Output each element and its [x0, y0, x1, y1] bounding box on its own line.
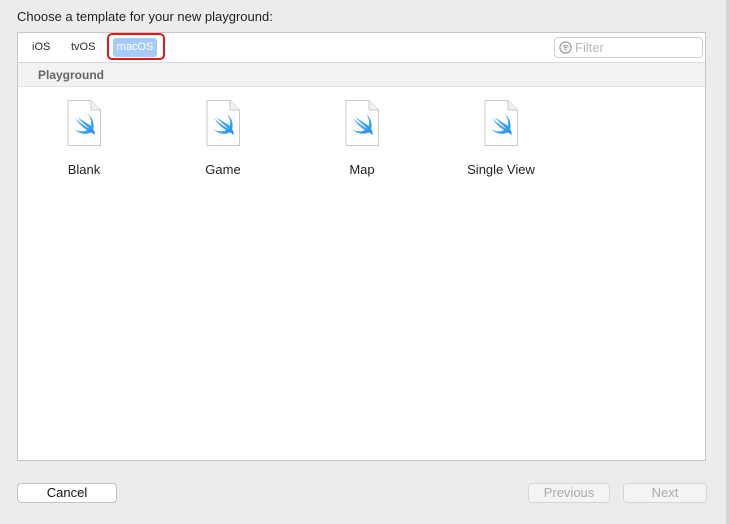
template-blank[interactable]: Blank: [24, 99, 144, 189]
tab-tvos[interactable]: tvOS: [67, 38, 99, 57]
swift-file-icon: [206, 100, 240, 146]
filter-icon: [559, 41, 572, 54]
swift-file-icon: [67, 100, 101, 146]
template-label: Map: [349, 162, 375, 177]
section-header-playground: Playground: [18, 63, 705, 87]
template-map[interactable]: Map: [302, 99, 422, 189]
filter-input[interactable]: [575, 39, 695, 56]
platform-tab-bar: iOS tvOS macOS: [18, 33, 705, 63]
template-label: Game: [205, 162, 241, 177]
previous-button[interactable]: Previous: [528, 483, 610, 503]
template-label: Single View: [467, 162, 535, 177]
cancel-button[interactable]: Cancel: [17, 483, 117, 503]
template-panel: iOS tvOS macOS Playground: [17, 32, 706, 461]
section-title: Playground: [38, 68, 105, 82]
template-game[interactable]: Game: [163, 99, 283, 189]
filter-field[interactable]: [554, 37, 703, 58]
template-single-view[interactable]: Single View: [441, 99, 561, 189]
swift-file-icon: [345, 100, 379, 146]
tab-ios[interactable]: iOS: [28, 38, 54, 57]
dialog-prompt: Choose a template for your new playgroun…: [17, 9, 273, 24]
next-button[interactable]: Next: [623, 483, 707, 503]
swift-file-icon: [484, 100, 518, 146]
template-label: Blank: [67, 162, 101, 177]
annotation-highlight-box: [107, 33, 165, 60]
